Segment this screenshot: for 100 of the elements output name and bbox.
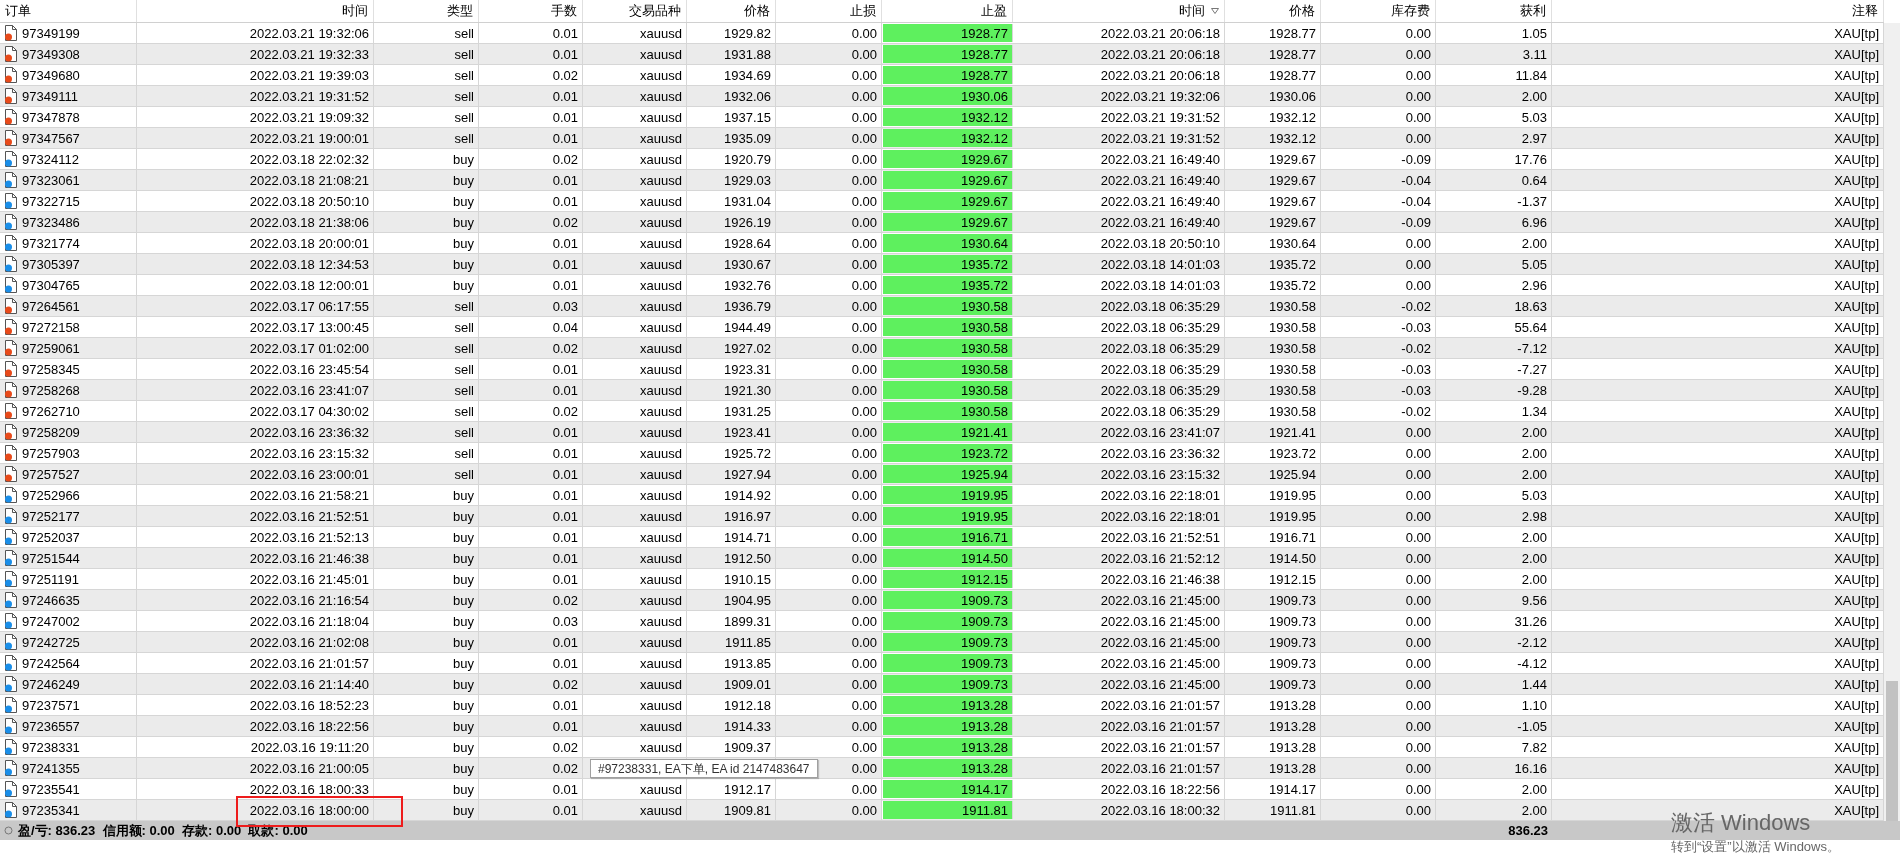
column-header[interactable]: 类型: [374, 0, 479, 22]
table-row[interactable]: 97252037 2022.03.16 21:52:13 buy 0.01 xauusd 1914.71 0.00 1916.71 2022.03.16 21:52:51 1916.71 0.00 2.00 XAU[tp]: [0, 527, 1884, 548]
column-header[interactable]: 时间: [1013, 0, 1225, 22]
table-cell: 2022.03.16 23:15:32: [1013, 464, 1225, 484]
table-cell: 2022.03.21 19:00:01: [137, 128, 374, 148]
table-row[interactable]: 97349308 2022.03.21 19:32:33 sell 0.01 xauusd 1931.88 0.00 1928.77 2022.03.21 20:06:18 1928.77 0.00 3.11 XAU[tp]: [0, 44, 1884, 65]
table-cell: buy: [374, 779, 479, 799]
table-cell: 2022.03.18 14:01:03: [1013, 254, 1225, 274]
column-header[interactable]: 订单: [0, 0, 137, 22]
column-header[interactable]: 库存费: [1321, 0, 1436, 22]
table-row[interactable]: 97347878 2022.03.21 19:09:32 sell 0.01 xauusd 1937.15 0.00 1932.12 2022.03.21 19:31:52 1932.12 0.00 5.03 XAU[tp]: [0, 107, 1884, 128]
table-row[interactable]: 97272158 2022.03.17 13:00:45 sell 0.04 xauusd 1944.49 0.00 1930.58 2022.03.18 06:35:29 1930.58 -0.03 55.64 XAU[tp]: [0, 317, 1884, 338]
table-row[interactable]: 97262710 2022.03.17 04:30:02 sell 0.02 xauusd 1931.25 0.00 1930.58 2022.03.18 06:35:29 1930.58 -0.02 1.34 XAU[tp]: [0, 401, 1884, 422]
table-row[interactable]: 97321774 2022.03.18 20:00:01 buy 0.01 xauusd 1928.64 0.00 1930.64 2022.03.18 20:50:10 1930.64 0.00 2.00 XAU[tp]: [0, 233, 1884, 254]
table-cell: 0.04: [479, 317, 583, 337]
table-row[interactable]: 97305397 2022.03.18 12:34:53 buy 0.01 xauusd 1930.67 0.00 1935.72 2022.03.18 14:01:03 1935.72 0.00 5.05 XAU[tp]: [0, 254, 1884, 275]
table-cell: 0.01: [479, 653, 583, 673]
table-cell: 0.02: [479, 65, 583, 85]
document-icon: [4, 172, 18, 188]
scrollbar[interactable]: [1884, 23, 1900, 821]
column-header[interactable]: 时间: [137, 0, 374, 22]
table-row[interactable]: 97252966 2022.03.16 21:58:21 buy 0.01 xauusd 1914.92 0.00 1919.95 2022.03.16 22:18:01 1919.95 0.00 5.03 XAU[tp]: [0, 485, 1884, 506]
table-cell: 97347878: [22, 109, 80, 125]
table-row[interactable]: 97323486 2022.03.18 21:38:06 buy 0.02 xauusd 1926.19 0.00 1929.67 2022.03.21 16:49:40 1929.67 -0.09 6.96 XAU[tp]: [0, 212, 1884, 233]
table-row[interactable]: 97258345 2022.03.16 23:45:54 sell 0.01 xauusd 1923.31 0.00 1930.58 2022.03.18 06:35:29 1930.58 -0.03 -7.27 XAU[tp]: [0, 359, 1884, 380]
table-row[interactable]: 97264561 2022.03.17 06:17:55 sell 0.03 xauusd 1936.79 0.00 1930.58 2022.03.18 06:35:29 1930.58 -0.02 18.63 XAU[tp]: [0, 296, 1884, 317]
table-cell: sell: [374, 380, 479, 400]
table-row[interactable]: 97242564 2022.03.16 21:01:57 buy 0.01 xauusd 1913.85 0.00 1909.73 2022.03.16 21:45:00 1909.73 0.00 -4.12 XAU[tp]: [0, 653, 1884, 674]
table-cell: 1914.33: [687, 716, 776, 736]
table-cell: 1935.72: [882, 276, 1013, 294]
table-cell: 2022.03.21 19:31:52: [1013, 107, 1225, 127]
table-row[interactable]: 97258268 2022.03.16 23:41:07 sell 0.01 xauusd 1921.30 0.00 1930.58 2022.03.18 06:35:29 1930.58 -0.03 -9.28 XAU[tp]: [0, 380, 1884, 401]
table-cell: -9.28: [1436, 380, 1552, 400]
table-row[interactable]: 97349680 2022.03.21 19:39:03 sell 0.02 xauusd 1934.69 0.00 1928.77 2022.03.21 20:06:18 1928.77 0.00 11.84 XAU[tp]: [0, 65, 1884, 86]
column-header[interactable]: 手数: [479, 0, 583, 22]
table-cell: 1921.41: [1225, 422, 1321, 442]
table-cell: 0.02: [479, 758, 583, 778]
table-cell: 2022.03.21 19:32:06: [1013, 86, 1225, 106]
table-cell: sell: [374, 443, 479, 463]
table-cell: 3.11: [1436, 44, 1552, 64]
table-row[interactable]: 97349111 2022.03.21 19:31:52 sell 0.01 xauusd 1932.06 0.00 1930.06 2022.03.21 19:32:06 1930.06 0.00 2.00 XAU[tp]: [0, 86, 1884, 107]
table-cell: 2022.03.17 13:00:45: [137, 317, 374, 337]
table-cell: 2022.03.18 06:35:29: [1013, 296, 1225, 316]
table-row[interactable]: 97323061 2022.03.18 21:08:21 buy 0.01 xauusd 1929.03 0.00 1929.67 2022.03.21 16:49:40 1929.67 -0.04 0.64 XAU[tp]: [0, 170, 1884, 191]
table-cell: xauusd: [583, 212, 687, 232]
table-row[interactable]: 97257903 2022.03.16 23:15:32 sell 0.01 xauusd 1925.72 0.00 1923.72 2022.03.16 23:36:32 1923.72 0.00 2.00 XAU[tp]: [0, 443, 1884, 464]
table-row[interactable]: 97257527 2022.03.16 23:00:01 sell 0.01 xauusd 1927.94 0.00 1925.94 2022.03.16 23:15:32 1925.94 0.00 2.00 XAU[tp]: [0, 464, 1884, 485]
column-header[interactable]: 价格: [1225, 0, 1321, 22]
table-cell: sell: [374, 296, 479, 316]
table-cell: 97247002: [22, 613, 80, 629]
table-row[interactable]: 97235541 2022.03.16 18:00:33 buy 0.01 xauusd 1912.17 0.00 1914.17 2022.03.16 18:22:56 1914.17 0.00 2.00 XAU[tp]: [0, 779, 1884, 800]
table-cell: 1913.85: [687, 653, 776, 673]
column-header[interactable]: 止盈: [882, 0, 1013, 22]
table-row[interactable]: 97322715 2022.03.18 20:50:10 buy 0.01 xauusd 1931.04 0.00 1929.67 2022.03.21 16:49:40 1929.67 -0.04 -1.37 XAU[tp]: [0, 191, 1884, 212]
table-cell: xauusd: [583, 65, 687, 85]
document-icon: [4, 718, 18, 734]
table-row[interactable]: 97252177 2022.03.16 21:52:51 buy 0.01 xauusd 1916.97 0.00 1919.95 2022.03.16 22:18:01 1919.95 0.00 2.98 XAU[tp]: [0, 506, 1884, 527]
column-header[interactable]: 价格: [687, 0, 776, 22]
document-icon: [4, 424, 18, 440]
table-row[interactable]: 97236557 2022.03.16 18:22:56 buy 0.01 xauusd 1914.33 0.00 1913.28 2022.03.16 21:01:57 1913.28 0.00 -1.05 XAU[tp]: [0, 716, 1884, 737]
document-icon: [4, 571, 18, 587]
column-header[interactable]: 注释: [1552, 0, 1884, 22]
table-cell: 1919.95: [882, 507, 1013, 525]
table-cell: 97235341: [22, 802, 80, 818]
tooltip: #97238331, EA下单, EA id 2147483647: [590, 759, 818, 778]
table-cell: xauusd: [583, 653, 687, 673]
table-cell: 0.00: [1321, 44, 1436, 64]
table-cell: 2022.03.21 20:06:18: [1013, 44, 1225, 64]
table-cell: 1930.58: [1225, 401, 1321, 421]
table-row[interactable]: 97246635 2022.03.16 21:16:54 buy 0.02 xauusd 1904.95 0.00 1909.73 2022.03.16 21:45:00 1909.73 0.00 9.56 XAU[tp]: [0, 590, 1884, 611]
table-cell: 1930.58: [1225, 380, 1321, 400]
table-row[interactable]: 97259061 2022.03.17 01:02:00 sell 0.02 xauusd 1927.02 0.00 1930.58 2022.03.18 06:35:29 1930.58 -0.02 -7.12 XAU[tp]: [0, 338, 1884, 359]
table-cell: 2022.03.16 21:18:04: [137, 611, 374, 631]
table-row[interactable]: 97242725 2022.03.16 21:02:08 buy 0.01 xauusd 1911.85 0.00 1909.73 2022.03.16 21:45:00 1909.73 0.00 -2.12 XAU[tp]: [0, 632, 1884, 653]
table-row[interactable]: 97251544 2022.03.16 21:46:38 buy 0.01 xauusd 1912.50 0.00 1914.50 2022.03.16 21:52:12 1914.50 0.00 2.00 XAU[tp]: [0, 548, 1884, 569]
table-row[interactable]: 97247002 2022.03.16 21:18:04 buy 0.03 xauusd 1899.31 0.00 1909.73 2022.03.16 21:45:00 1909.73 0.00 31.26 XAU[tp]: [0, 611, 1884, 632]
table-cell: 97321774: [22, 235, 80, 251]
table-cell: 1930.58: [1225, 359, 1321, 379]
table-row[interactable]: 97246249 2022.03.16 21:14:40 buy 0.02 xauusd 1909.01 0.00 1909.73 2022.03.16 21:45:00 1909.73 0.00 1.44 XAU[tp]: [0, 674, 1884, 695]
table-cell: 1909.73: [1225, 590, 1321, 610]
table-cell: 1912.15: [882, 570, 1013, 588]
table-cell: 2022.03.21 16:49:40: [1013, 170, 1225, 190]
table-cell: 2022.03.16 23:15:32: [137, 443, 374, 463]
table-row[interactable]: 97258209 2022.03.16 23:36:32 sell 0.01 xauusd 1923.41 0.00 1921.41 2022.03.16 23:41:07 1921.41 0.00 2.00 XAU[tp]: [0, 422, 1884, 443]
table-cell: 1909.73: [1225, 674, 1321, 694]
table-row[interactable]: 97251191 2022.03.16 21:45:01 buy 0.01 xauusd 1910.15 0.00 1912.15 2022.03.16 21:46:38 1912.15 0.00 2.00 XAU[tp]: [0, 569, 1884, 590]
table-row[interactable]: 97304765 2022.03.18 12:00:01 buy 0.01 xauusd 1932.76 0.00 1935.72 2022.03.18 14:01:03 1935.72 0.00 2.96 XAU[tp]: [0, 275, 1884, 296]
table-row[interactable]: 97347567 2022.03.21 19:00:01 sell 0.01 xauusd 1935.09 0.00 1932.12 2022.03.21 19:31:52 1932.12 0.00 2.97 XAU[tp]: [0, 128, 1884, 149]
table-cell: 97323486: [22, 214, 80, 230]
column-header[interactable]: 交易品种: [583, 0, 687, 22]
table-cell: 97304765: [22, 277, 80, 293]
table-row[interactable]: 97237571 2022.03.16 18:52:23 buy 0.01 xauusd 1912.18 0.00 1913.28 2022.03.16 21:01:57 1913.28 0.00 1.10 XAU[tp]: [0, 695, 1884, 716]
table-cell: 2022.03.18 20:50:10: [1013, 233, 1225, 253]
column-header[interactable]: 止损: [776, 0, 882, 22]
table-row[interactable]: 97324112 2022.03.18 22:02:32 buy 0.02 xauusd 1920.79 0.00 1929.67 2022.03.21 16:49:40 1929.67 -0.09 17.76 XAU[tp]: [0, 149, 1884, 170]
column-header[interactable]: 获利: [1436, 0, 1552, 22]
table-cell: 97322715: [22, 193, 80, 209]
table-row[interactable]: 97349199 2022.03.21 19:32:06 sell 0.01 xauusd 1929.82 0.00 1928.77 2022.03.21 20:06:18 1928.77 0.00 1.05 XAU[tp]: [0, 23, 1884, 44]
table-row[interactable]: 97238331 2022.03.16 19:11:20 buy 0.02 xauusd 1909.37 0.00 1913.28 2022.03.16 21:01:57 1913.28 0.00 7.82 XAU[tp]: [0, 737, 1884, 758]
document-icon: [4, 592, 18, 608]
